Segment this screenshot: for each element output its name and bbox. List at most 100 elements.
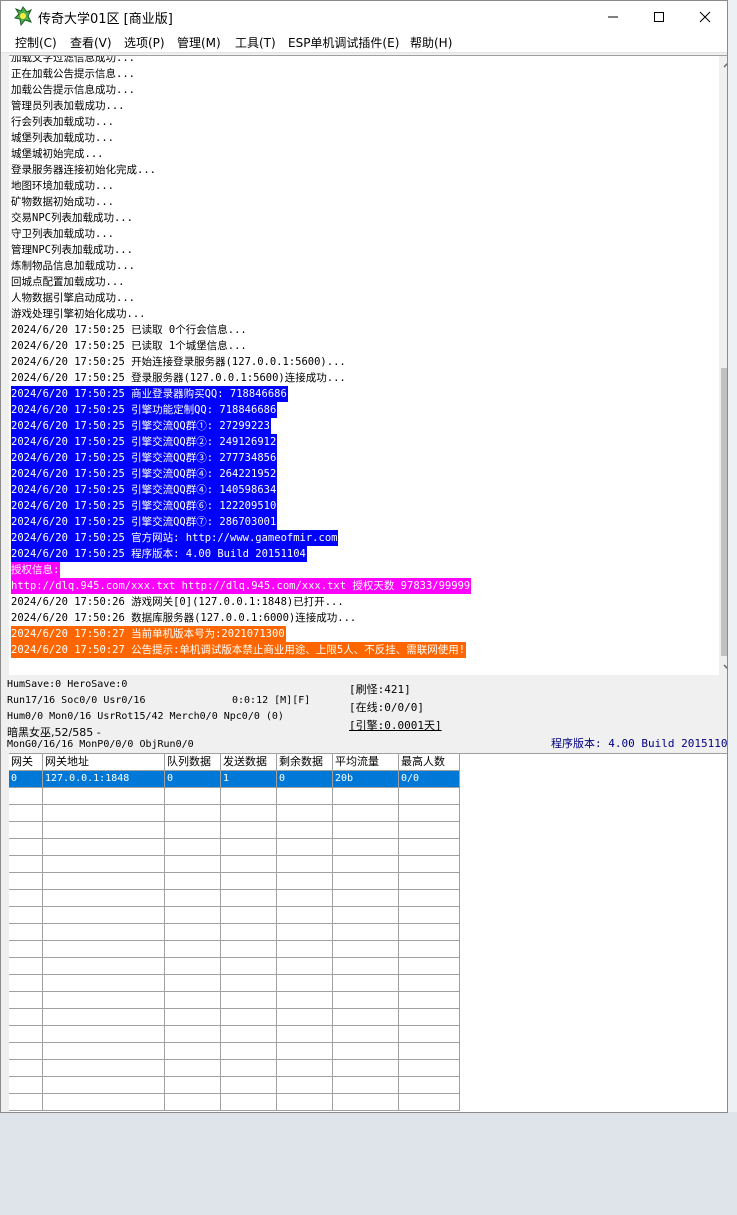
grid-empty-cell[interactable]: [43, 992, 165, 1009]
grid-empty-cell[interactable]: [333, 941, 399, 958]
grid-empty-cell[interactable]: [277, 1043, 333, 1060]
grid-empty-cell[interactable]: [333, 992, 399, 1009]
grid-empty-cell[interactable]: [333, 924, 399, 941]
grid-empty-cell[interactable]: [221, 788, 277, 805]
grid-empty-cell[interactable]: [43, 873, 165, 890]
grid-empty-cell[interactable]: [333, 1043, 399, 1060]
grid-empty-cell[interactable]: [277, 839, 333, 856]
grid-empty-cell[interactable]: [277, 1060, 333, 1077]
grid-empty-cell[interactable]: [399, 941, 460, 958]
grid-header-cell[interactable]: 队列数据: [165, 754, 221, 771]
grid-empty-cell[interactable]: [165, 890, 221, 907]
grid-empty-cell[interactable]: [221, 856, 277, 873]
grid-empty-cell[interactable]: [221, 1077, 277, 1094]
grid-empty-cell[interactable]: [333, 975, 399, 992]
grid-empty-cell[interactable]: [165, 839, 221, 856]
grid-empty-cell[interactable]: [165, 822, 221, 839]
grid-empty-cell[interactable]: [165, 788, 221, 805]
grid-empty-cell[interactable]: [221, 1043, 277, 1060]
grid-empty-cell[interactable]: [9, 1077, 43, 1094]
grid-empty-cell[interactable]: [165, 1060, 221, 1077]
grid-empty-cell[interactable]: [165, 1077, 221, 1094]
grid-empty-cell[interactable]: [277, 1094, 333, 1111]
grid-empty-cell[interactable]: [399, 975, 460, 992]
grid-empty-cell[interactable]: [9, 992, 43, 1009]
grid-empty-cell[interactable]: [165, 1009, 221, 1026]
grid-empty-cell[interactable]: [277, 1009, 333, 1026]
grid-empty-cell[interactable]: [333, 907, 399, 924]
grid-empty-cell[interactable]: [333, 788, 399, 805]
grid-empty-cell[interactable]: [221, 958, 277, 975]
grid-empty-cell[interactable]: [277, 907, 333, 924]
menu-control[interactable]: 控制(C): [15, 34, 57, 51]
grid-empty-cell[interactable]: [333, 1060, 399, 1077]
log-panel[interactable]: 加载文字过滤信息成功... 正在加载公告提示信息... 加载公告提示信息成功... 管…: [9, 55, 727, 675]
grid-empty-cell[interactable]: [277, 1026, 333, 1043]
grid-empty-cell[interactable]: [277, 1077, 333, 1094]
grid-empty-cell[interactable]: [333, 1077, 399, 1094]
grid-empty-cell[interactable]: [333, 1009, 399, 1026]
grid-empty-cell[interactable]: [277, 924, 333, 941]
grid-empty-cell[interactable]: [9, 1060, 43, 1077]
grid-empty-cell[interactable]: [399, 992, 460, 1009]
grid-empty-cell[interactable]: [221, 992, 277, 1009]
grid-empty-cell[interactable]: [9, 890, 43, 907]
grid-empty-cell[interactable]: [43, 941, 165, 958]
grid-empty-cell[interactable]: [277, 958, 333, 975]
grid-empty-cell[interactable]: [43, 839, 165, 856]
grid-data-cell[interactable]: 0: [9, 771, 43, 788]
grid-empty-cell[interactable]: [333, 958, 399, 975]
grid-empty-cell[interactable]: [221, 941, 277, 958]
grid-data-cell[interactable]: 0: [165, 771, 221, 788]
grid-empty-cell[interactable]: [399, 907, 460, 924]
minimize-button[interactable]: [590, 1, 636, 32]
grid-empty-cell[interactable]: [9, 839, 43, 856]
grid-empty-cell[interactable]: [277, 788, 333, 805]
grid-empty-cell[interactable]: [165, 924, 221, 941]
grid-header-cell[interactable]: 发送数据: [221, 754, 277, 771]
grid-empty-cell[interactable]: [399, 788, 460, 805]
grid-empty-cell[interactable]: [399, 1009, 460, 1026]
grid-empty-cell[interactable]: [399, 1060, 460, 1077]
grid-empty-cell[interactable]: [399, 822, 460, 839]
grid-empty-cell[interactable]: [221, 1060, 277, 1077]
grid-empty-cell[interactable]: [399, 805, 460, 822]
grid-empty-cell[interactable]: [9, 1094, 43, 1111]
grid-empty-cell[interactable]: [221, 1094, 277, 1111]
grid-empty-cell[interactable]: [399, 1026, 460, 1043]
grid-empty-cell[interactable]: [333, 856, 399, 873]
grid-empty-cell[interactable]: [165, 958, 221, 975]
grid-empty-cell[interactable]: [165, 907, 221, 924]
grid-empty-cell[interactable]: [333, 873, 399, 890]
grid-empty-cell[interactable]: [399, 873, 460, 890]
grid-empty-cell[interactable]: [277, 822, 333, 839]
grid-empty-cell[interactable]: [43, 907, 165, 924]
grid-empty-cell[interactable]: [277, 941, 333, 958]
grid-empty-cell[interactable]: [399, 1094, 460, 1111]
grid-data-cell[interactable]: 20b: [333, 771, 399, 788]
grid-empty-cell[interactable]: [221, 822, 277, 839]
grid-empty-cell[interactable]: [43, 924, 165, 941]
close-button[interactable]: [682, 1, 727, 32]
menu-tools[interactable]: 工具(T): [235, 34, 276, 51]
grid-data-cell[interactable]: 0/0: [399, 771, 460, 788]
grid-empty-cell[interactable]: [333, 1094, 399, 1111]
gateway-grid[interactable]: 网关 网关地址 队列数据 发送数据 剩余数据 平均流量 最高人数 0 127.0.0.1:184…: [9, 753, 727, 1112]
grid-empty-cell[interactable]: [399, 1043, 460, 1060]
grid-empty-cell[interactable]: [165, 975, 221, 992]
grid-empty-cell[interactable]: [399, 924, 460, 941]
grid-header-cell[interactable]: 最高人数: [399, 754, 460, 771]
grid-empty-cell[interactable]: [221, 975, 277, 992]
grid-empty-cell[interactable]: [9, 907, 43, 924]
grid-empty-cell[interactable]: [9, 788, 43, 805]
grid-data-cell[interactable]: 127.0.0.1:1848: [43, 771, 165, 788]
grid-empty-cell[interactable]: [43, 788, 165, 805]
grid-empty-cell[interactable]: [221, 839, 277, 856]
grid-empty-cell[interactable]: [43, 1077, 165, 1094]
grid-empty-cell[interactable]: [9, 873, 43, 890]
grid-header-cell[interactable]: 网关: [9, 754, 43, 771]
grid-empty-cell[interactable]: [9, 1009, 43, 1026]
grid-empty-cell[interactable]: [43, 822, 165, 839]
menu-help[interactable]: 帮助(H): [410, 34, 452, 51]
grid-empty-cell[interactable]: [399, 958, 460, 975]
